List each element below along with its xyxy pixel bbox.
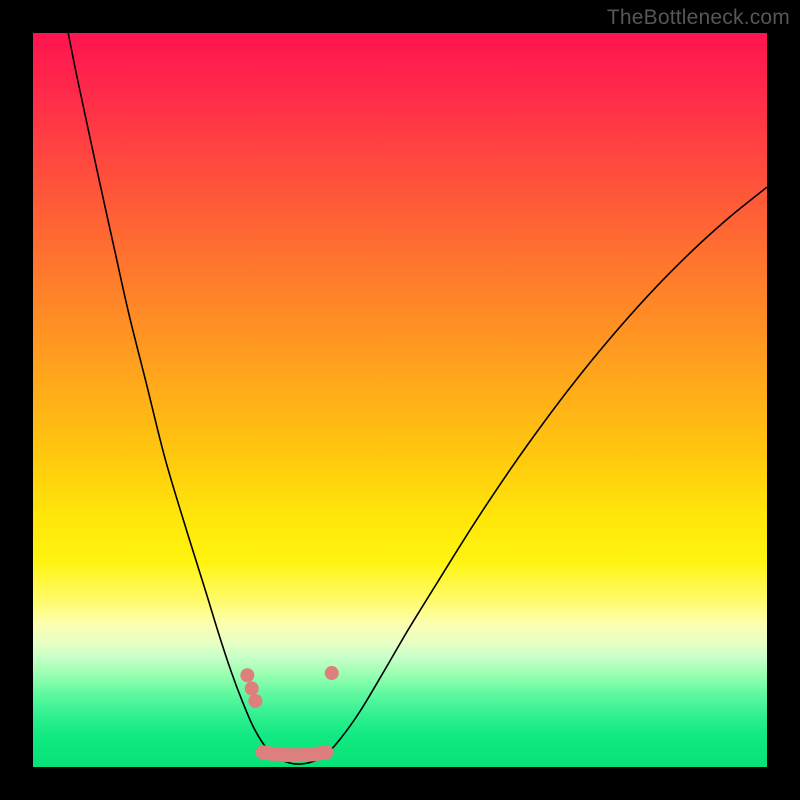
marker-dot: [245, 681, 259, 695]
plot-area: [33, 33, 767, 767]
watermark-text: TheBottleneck.com: [607, 6, 790, 30]
marker-group: [240, 666, 338, 755]
marker-dot: [248, 694, 262, 708]
marker-dot: [325, 666, 339, 680]
bottleneck-curve: [68, 33, 767, 764]
curve-layer: [33, 33, 767, 767]
chart-frame: TheBottleneck.com: [0, 0, 800, 800]
marker-dot: [240, 668, 254, 682]
marker-band: [263, 752, 327, 755]
